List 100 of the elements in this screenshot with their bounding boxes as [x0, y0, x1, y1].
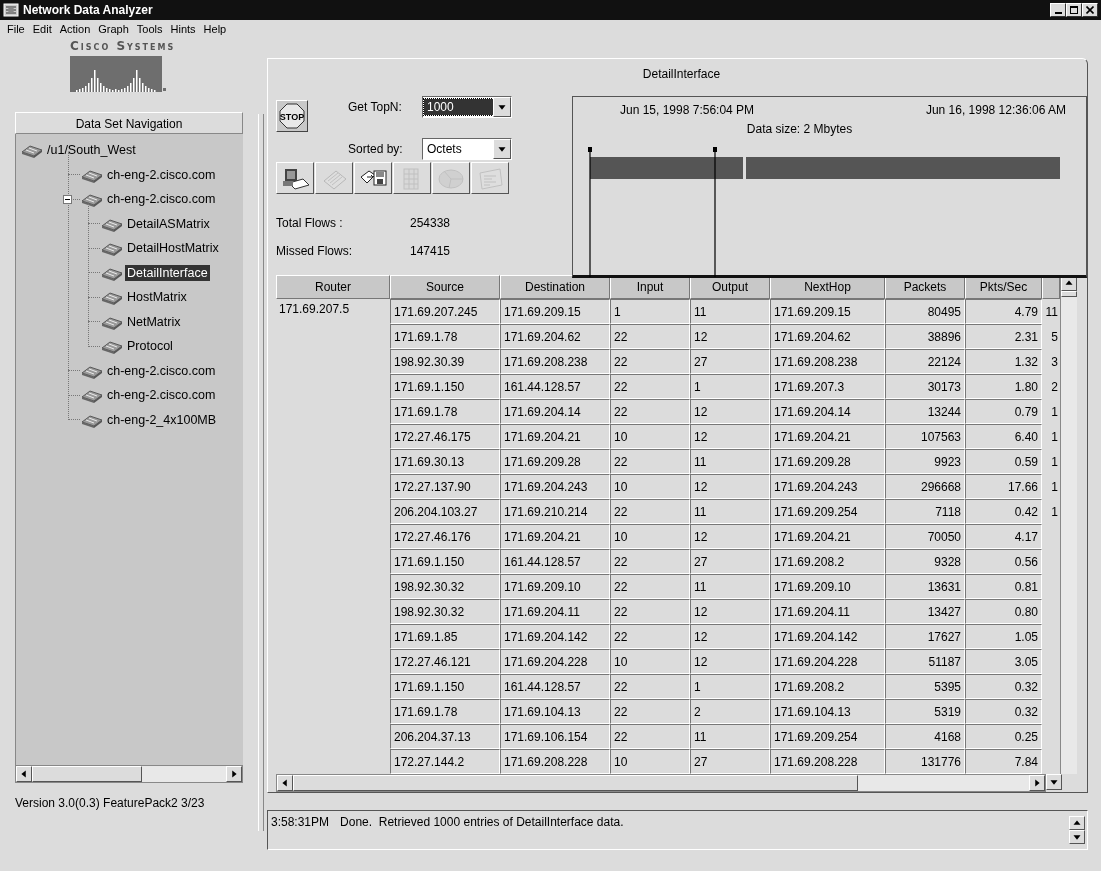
toolbar-button[interactable] — [354, 162, 392, 194]
dropdown[interactable]: 1000 — [422, 96, 512, 118]
dropdown[interactable]: Octets — [422, 138, 512, 160]
table-cell: 171.69.204.62 — [500, 324, 610, 349]
table-cell: 171.69.204.62 — [770, 324, 885, 349]
scroll-thumb[interactable] — [32, 766, 142, 782]
table-cell: 11 — [690, 499, 770, 524]
table-cell: 171.69.104.13 — [500, 699, 610, 724]
table-cell: 22 — [610, 499, 690, 524]
table-cell: 13631 — [885, 574, 965, 599]
tree-item[interactable]: DetailASMatrix — [125, 215, 212, 232]
menu-item[interactable]: Hints — [166, 23, 200, 35]
menu-item[interactable]: File — [3, 23, 29, 35]
column-header[interactable]: Source — [390, 275, 500, 299]
table-cell: 206.204.37.13 — [390, 724, 500, 749]
scroll-thumb[interactable] — [293, 775, 858, 791]
vertical-scrollbar[interactable] — [1060, 275, 1077, 774]
toolbar-button[interactable] — [276, 162, 314, 194]
table-cell: 198.92.30.39 — [390, 349, 500, 374]
menu-item[interactable]: Action — [55, 23, 95, 35]
table-cell: 4168 — [885, 724, 965, 749]
table-cell: 12 — [690, 649, 770, 674]
menu-item[interactable]: Tools — [132, 23, 167, 35]
scroll-left-button[interactable] — [16, 766, 32, 782]
table-cell: 171.69.1.150 — [390, 674, 500, 699]
scroll-thumb[interactable] — [1061, 291, 1077, 297]
tree-view[interactable]: /u1/South_West ch-eng-2.cisco.com ch-eng-2.cisco.com DetailASMatrix DetailHostMatrix DetailInterface HostMatrix NetMatrix Protocol ch-eng-2.cisco.com ch-eng-2.cisco.com ch-eng-2_4x100MB — [15, 134, 243, 765]
tree-item[interactable]: /u1/South_West — [45, 142, 138, 159]
table-cell: 171.69.208.228 — [500, 749, 610, 774]
column-header[interactable]: Destination — [500, 275, 610, 299]
scroll-right-button[interactable] — [226, 766, 242, 782]
stat-value: 254338 — [410, 216, 452, 230]
tree-item[interactable]: ch-eng-2.cisco.com — [105, 166, 218, 183]
table-cell: 171.69.208.238 — [770, 349, 885, 374]
maximize-button[interactable] — [1066, 3, 1082, 17]
scroll-down-button[interactable] — [1046, 774, 1062, 790]
table-cell: 171.69.204.142 — [500, 624, 610, 649]
table-cell: 1.80 — [965, 374, 1042, 399]
table-cell: 171.69.1.78 — [390, 399, 500, 424]
tree-item[interactable]: DetailHostMatrix — [125, 240, 221, 257]
tree-item[interactable]: ch-eng-2.cisco.com — [105, 362, 218, 379]
table-cell: 171.69.106.154 — [500, 724, 610, 749]
stat-label: Missed Flows: — [276, 244, 353, 258]
table-cell: 22124 — [885, 349, 965, 374]
scroll-up-button[interactable] — [1069, 816, 1085, 830]
table-cell: 171.69.204.21 — [500, 424, 610, 449]
menu-item[interactable]: Graph — [94, 23, 133, 35]
tree-item[interactable]: DetailInterface — [125, 264, 210, 281]
menu-item[interactable]: Edit — [28, 23, 56, 35]
table-cell: 171.69.204.21 — [500, 524, 610, 549]
scroll-down-button[interactable] — [1069, 830, 1085, 844]
table-cell: 172.27.46.121 — [390, 649, 500, 674]
table-cell: 171.69.204.228 — [770, 649, 885, 674]
horizontal-scrollbar[interactable] — [276, 774, 1046, 792]
table-cell: 6.40 — [965, 424, 1042, 449]
minimize-icon — [1054, 12, 1062, 14]
table-cell: 171.69.1.150 — [390, 549, 500, 574]
table-cell: 51187 — [885, 649, 965, 674]
field-label: Get TopN: — [348, 100, 403, 114]
table-cell: 10 — [610, 424, 690, 449]
tree-item[interactable]: ch-eng-2.cisco.com — [105, 387, 218, 404]
table-cell: 1.32 — [965, 349, 1042, 374]
tree-item[interactable]: HostMatrix — [125, 289, 189, 306]
table-cell: 22 — [610, 349, 690, 374]
column-header[interactable]: Router — [276, 275, 390, 299]
table-cell: 172.27.144.2 — [390, 749, 500, 774]
tree-item[interactable]: ch-eng-2.cisco.com — [105, 191, 218, 208]
scroll-right-button[interactable] — [1029, 775, 1045, 791]
tree-item[interactable]: Protocol — [125, 338, 175, 355]
table-cell: 12 — [690, 324, 770, 349]
router-icon — [80, 387, 104, 404]
table-cell: 171.69.208.2 — [770, 674, 885, 699]
table-cell: 171.69.204.11 — [770, 599, 885, 624]
expand-toggle[interactable] — [63, 194, 72, 204]
table-cell: 22 — [610, 599, 690, 624]
table-cell: 172.27.137.90 — [390, 474, 500, 499]
table-cell: 12 — [690, 424, 770, 449]
table-cell: 171.69.204.14 — [770, 399, 885, 424]
table-cell: 198.92.30.32 — [390, 574, 500, 599]
table-cell: 171.69.209.28 — [500, 449, 610, 474]
horizontal-scrollbar[interactable] — [15, 765, 243, 783]
maximize-icon — [1070, 6, 1078, 14]
tree-item[interactable]: NetMatrix — [125, 313, 183, 330]
table-cell: 7.84 — [965, 749, 1042, 774]
table-cell: 30173 — [885, 374, 965, 399]
table-cell: 198.92.30.32 — [390, 599, 500, 624]
table-cell: 171.69.204.11 — [500, 599, 610, 624]
table-cell: 171.69.204.243 — [500, 474, 610, 499]
table-cell: 22 — [610, 374, 690, 399]
table-cell: 171.69.209.254 — [770, 499, 885, 524]
router-icon — [100, 338, 124, 355]
scroll-left-button[interactable] — [277, 775, 293, 791]
table-cell: 161.44.128.57 — [500, 674, 610, 699]
menu-item[interactable]: Help — [199, 23, 231, 35]
minimize-button[interactable] — [1050, 3, 1066, 17]
tree-item[interactable]: ch-eng-2_4x100MB — [105, 411, 219, 428]
router-icon — [80, 191, 104, 208]
router-icon — [100, 289, 124, 306]
start-time: Jun 15, 1998 7:56:04 PM — [620, 103, 755, 117]
close-button[interactable] — [1082, 3, 1098, 17]
